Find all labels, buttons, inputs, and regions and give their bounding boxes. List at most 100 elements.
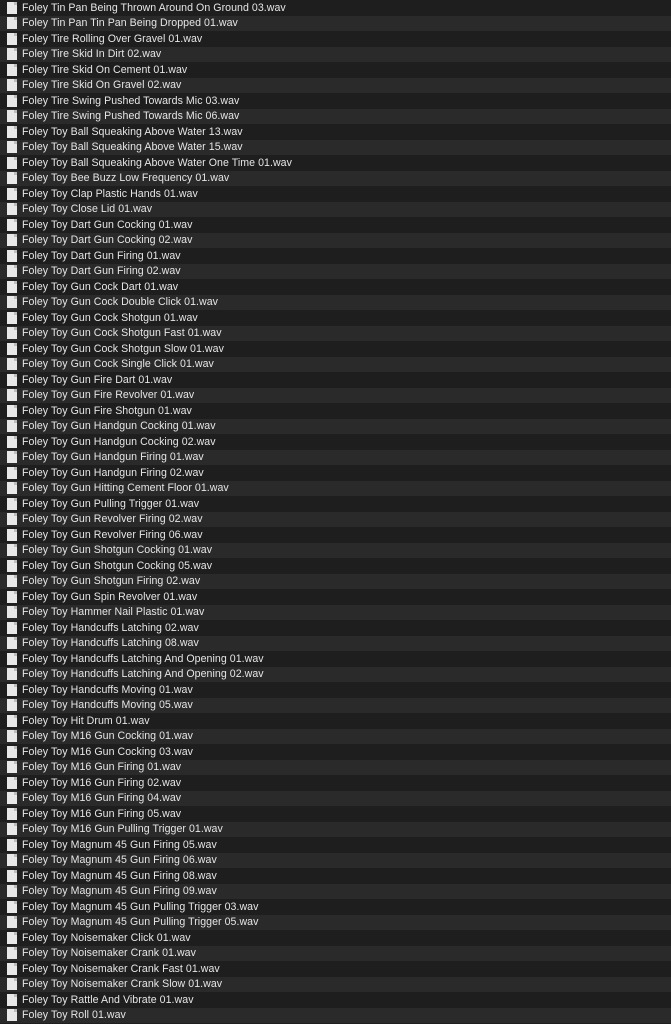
file-row[interactable]: Foley Toy Handcuffs Latching And Opening… xyxy=(0,651,671,667)
file-row[interactable]: Foley Toy Dart Gun Firing 01.wav xyxy=(0,248,671,264)
file-row[interactable]: Foley Toy Roll 01.wav xyxy=(0,1007,671,1023)
file-row[interactable]: Foley Toy Handcuffs Latching And Opening… xyxy=(0,666,671,682)
file-row[interactable]: Foley Toy Magnum 45 Gun Pulling Trigger … xyxy=(0,914,671,930)
file-row[interactable]: Foley Toy Noisemaker Click 01.wav xyxy=(0,930,671,946)
file-row[interactable]: Foley Toy Gun Handgun Cocking 01.wav xyxy=(0,418,671,434)
file-name: Foley Toy Gun Shotgun Firing 02.wav xyxy=(22,575,201,588)
file-row[interactable]: Foley Toy Gun Shotgun Cocking 01.wav xyxy=(0,542,671,558)
audio-file-icon xyxy=(7,17,17,30)
file-row[interactable]: Foley Toy Dart Gun Cocking 02.wav xyxy=(0,232,671,248)
file-row[interactable]: Foley Toy Bee Buzz Low Frequency 01.wav xyxy=(0,170,671,186)
file-name: Foley Toy Ball Squeaking Above Water One… xyxy=(22,156,292,169)
file-row[interactable]: Foley Toy Gun Fire Dart 01.wav xyxy=(0,372,671,388)
file-row[interactable]: Foley Toy Handcuffs Latching 08.wav xyxy=(0,635,671,651)
audio-file-icon xyxy=(7,466,17,479)
file-row[interactable]: Foley Toy Gun Handgun Cocking 02.wav xyxy=(0,434,671,450)
audio-file-icon xyxy=(7,869,17,882)
file-name: Foley Toy Dart Gun Firing 02.wav xyxy=(22,265,181,278)
file-row[interactable]: Foley Tire Skid On Gravel 02.wav xyxy=(0,77,671,93)
file-name: Foley Toy M16 Gun Cocking 01.wav xyxy=(22,730,193,743)
file-row[interactable]: Foley Toy Gun Revolver Firing 06.wav xyxy=(0,527,671,543)
file-row[interactable]: Foley Toy Rattle And Vibrate 01.wav xyxy=(0,992,671,1008)
file-row[interactable]: Foley Toy Dart Gun Cocking 01.wav xyxy=(0,217,671,233)
file-row[interactable]: Foley Toy M16 Gun Firing 01.wav xyxy=(0,759,671,775)
file-name: Foley Toy Noisemaker Crank Slow 01.wav xyxy=(22,978,223,991)
file-row[interactable]: Foley Toy Gun Cock Shotgun Slow 01.wav xyxy=(0,341,671,357)
file-name: Foley Toy Ball Squeaking Above Water 13.… xyxy=(22,125,243,138)
file-row[interactable]: Foley Toy Magnum 45 Gun Firing 09.wav xyxy=(0,883,671,899)
file-name: Foley Tire Skid On Cement 01.wav xyxy=(22,63,188,76)
file-row[interactable]: Foley Toy Gun Cock Double Click 01.wav xyxy=(0,294,671,310)
file-name: Foley Toy Gun Handgun Firing 02.wav xyxy=(22,466,204,479)
file-name: Foley Toy Gun Cock Shotgun 01.wav xyxy=(22,311,198,324)
audio-file-icon xyxy=(7,761,17,774)
audio-file-icon xyxy=(7,451,17,464)
audio-file-icon xyxy=(7,931,17,944)
file-row[interactable]: Foley Toy Magnum 45 Gun Firing 05.wav xyxy=(0,837,671,853)
file-row[interactable]: Foley Toy Noisemaker Crank Fast 01.wav xyxy=(0,961,671,977)
file-row[interactable]: Foley Toy Clap Plastic Hands 01.wav xyxy=(0,186,671,202)
audio-file-icon xyxy=(7,885,17,898)
file-row[interactable]: Foley Toy Magnum 45 Gun Firing 06.wav xyxy=(0,852,671,868)
file-row[interactable]: Foley Toy M16 Gun Firing 05.wav xyxy=(0,806,671,822)
file-row[interactable]: Foley Toy Gun Shotgun Firing 02.wav xyxy=(0,573,671,589)
file-row[interactable]: Foley Toy Ball Squeaking Above Water 13.… xyxy=(0,124,671,140)
file-row[interactable]: Foley Toy Handcuffs Moving 05.wav xyxy=(0,697,671,713)
file-row[interactable]: Foley Toy Gun Pulling Trigger 01.wav xyxy=(0,496,671,512)
file-row[interactable]: Foley Toy M16 Gun Cocking 03.wav xyxy=(0,744,671,760)
audio-file-icon xyxy=(7,637,17,650)
audio-file-icon xyxy=(7,435,17,448)
file-name: Foley Toy Bee Buzz Low Frequency 01.wav xyxy=(22,172,230,185)
file-row[interactable]: Foley Toy Gun Cock Dart 01.wav xyxy=(0,279,671,295)
audio-file-icon xyxy=(7,621,17,634)
audio-file-icon xyxy=(7,575,17,588)
file-name: Foley Toy Gun Revolver Firing 06.wav xyxy=(22,528,203,541)
audio-file-icon xyxy=(7,1009,17,1022)
file-name: Foley Toy Magnum 45 Gun Firing 06.wav xyxy=(22,854,217,867)
file-name: Foley Toy Gun Revolver Firing 02.wav xyxy=(22,513,203,526)
audio-file-icon xyxy=(7,993,17,1006)
file-row[interactable]: Foley Toy Magnum 45 Gun Pulling Trigger … xyxy=(0,899,671,915)
file-row[interactable]: Foley Tire Skid On Cement 01.wav xyxy=(0,62,671,78)
file-row[interactable]: Foley Toy Hammer Nail Plastic 01.wav xyxy=(0,604,671,620)
file-row[interactable]: Foley Toy M16 Gun Pulling Trigger 01.wav xyxy=(0,821,671,837)
file-row[interactable]: Foley Toy Hit Drum 01.wav xyxy=(0,713,671,729)
audio-file-icon xyxy=(7,792,17,805)
file-row[interactable]: Foley Toy Gun Cock Shotgun 01.wav xyxy=(0,310,671,326)
file-name: Foley Toy Ball Squeaking Above Water 15.… xyxy=(22,141,243,154)
file-row[interactable]: Foley Toy Ball Squeaking Above Water One… xyxy=(0,155,671,171)
file-row[interactable]: Foley Toy Gun Hitting Cement Floor 01.wa… xyxy=(0,480,671,496)
file-row[interactable]: Foley Toy M16 Gun Firing 02.wav xyxy=(0,775,671,791)
file-row[interactable]: Foley Tire Swing Pushed Towards Mic 03.w… xyxy=(0,93,671,109)
file-row[interactable]: Foley Toy Gun Cock Shotgun Fast 01.wav xyxy=(0,325,671,341)
file-row[interactable]: Foley Toy Gun Handgun Firing 01.wav xyxy=(0,449,671,465)
file-row[interactable]: Foley Toy M16 Gun Firing 04.wav xyxy=(0,790,671,806)
file-row[interactable]: Foley Toy Handcuffs Moving 01.wav xyxy=(0,682,671,698)
file-row[interactable]: Foley Tire Skid In Dirt 02.wav xyxy=(0,46,671,62)
file-name: Foley Toy Gun Handgun Firing 01.wav xyxy=(22,451,204,464)
file-name: Foley Toy Gun Cock Shotgun Fast 01.wav xyxy=(22,327,222,340)
file-row[interactable]: Foley Toy Handcuffs Latching 02.wav xyxy=(0,620,671,636)
file-row[interactable]: Foley Toy Dart Gun Firing 02.wav xyxy=(0,263,671,279)
file-row[interactable]: Foley Tin Pan Being Thrown Around On Gro… xyxy=(0,0,671,16)
file-row[interactable]: Foley Toy Close Lid 01.wav xyxy=(0,201,671,217)
file-row[interactable]: Foley Toy Magnum 45 Gun Firing 08.wav xyxy=(0,868,671,884)
file-row[interactable]: Foley Tin Pan Tin Pan Being Dropped 01.w… xyxy=(0,15,671,31)
file-name: Foley Tire Skid On Gravel 02.wav xyxy=(22,79,182,92)
file-row[interactable]: Foley Tire Swing Pushed Towards Mic 06.w… xyxy=(0,108,671,124)
audio-file-icon xyxy=(7,947,17,960)
file-row[interactable]: Foley Toy Gun Handgun Firing 02.wav xyxy=(0,465,671,481)
file-row[interactable]: Foley Toy Gun Revolver Firing 02.wav xyxy=(0,511,671,527)
file-row[interactable]: Foley Toy Noisemaker Crank Slow 01.wav xyxy=(0,976,671,992)
file-row[interactable]: Foley Toy Gun Shotgun Cocking 05.wav xyxy=(0,558,671,574)
file-row[interactable]: Foley Tire Rolling Over Gravel 01.wav xyxy=(0,31,671,47)
audio-file-icon xyxy=(7,342,17,355)
file-row[interactable]: Foley Toy Gun Fire Revolver 01.wav xyxy=(0,387,671,403)
audio-file-icon xyxy=(7,668,17,681)
file-row[interactable]: Foley Toy Noisemaker Crank 01.wav xyxy=(0,945,671,961)
file-row[interactable]: Foley Toy Gun Cock Single Click 01.wav xyxy=(0,356,671,372)
file-row[interactable]: Foley Toy Gun Spin Revolver 01.wav xyxy=(0,589,671,605)
file-row[interactable]: Foley Toy M16 Gun Cocking 01.wav xyxy=(0,728,671,744)
file-row[interactable]: Foley Toy Ball Squeaking Above Water 15.… xyxy=(0,139,671,155)
file-row[interactable]: Foley Toy Gun Fire Shotgun 01.wav xyxy=(0,403,671,419)
